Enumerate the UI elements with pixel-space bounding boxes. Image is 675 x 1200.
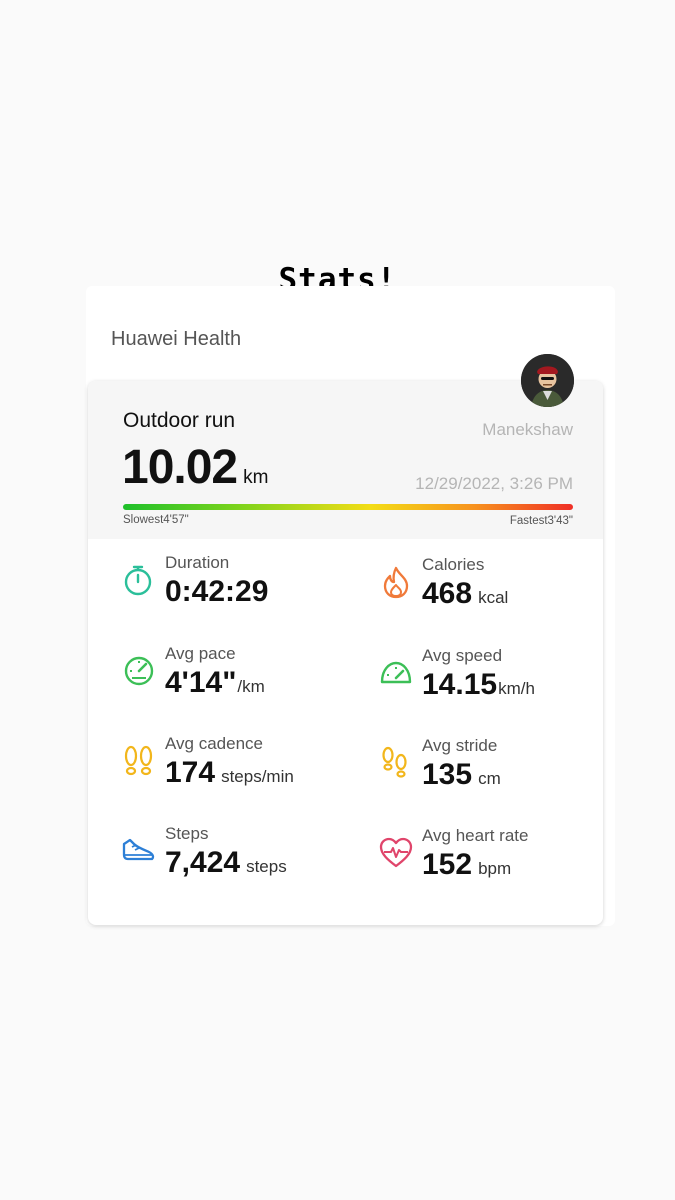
workout-datetime: 12/29/2022, 3:26 PM — [415, 474, 573, 493]
footprints-icon — [382, 746, 407, 778]
avatar-image — [521, 354, 574, 407]
metric-label: Avg cadence — [165, 734, 263, 753]
metric-label: Duration — [165, 553, 230, 572]
running-shoe-icon — [122, 838, 155, 861]
speedometer-icon — [380, 661, 412, 684]
flame-icon — [383, 566, 409, 599]
metric-unit: km/h — [498, 679, 535, 698]
metric-label: Avg speed — [422, 646, 503, 665]
metric-value: 135 — [422, 758, 473, 791]
metric-value: 7,424 — [165, 846, 241, 879]
metric-unit: kcal — [478, 588, 509, 607]
metric-label: Calories — [422, 555, 485, 574]
distance-unit: km — [243, 467, 269, 488]
metric-value: 468 — [422, 577, 473, 610]
app-name: Huawei Health — [111, 328, 242, 350]
username: Manekshaw — [482, 420, 573, 439]
metric-value: 0:42:29 — [165, 575, 269, 608]
metric-label: Avg heart rate — [422, 826, 529, 845]
metric-value: 152 — [422, 848, 473, 881]
metric-label: Avg stride — [422, 736, 498, 755]
metric-unit: steps — [246, 857, 287, 876]
metric-unit: steps/min — [221, 767, 294, 786]
metric-unit: /km — [237, 677, 265, 696]
metric-label: Steps — [165, 824, 209, 843]
slowest-pace-label: Slowest4'57" — [123, 514, 189, 526]
metric-label: Avg pace — [165, 644, 236, 663]
stopwatch-icon — [124, 565, 152, 596]
metric-unit: cm — [478, 769, 501, 788]
distance-value: 10.02 — [122, 441, 238, 494]
metric-unit: bpm — [478, 859, 512, 878]
distance-readout: 10.02 km — [122, 440, 268, 495]
metric-value: 4'14" — [165, 666, 237, 699]
footprints-icon — [124, 745, 153, 776]
metric-value: 14.15 — [422, 668, 498, 701]
metric-value: 174 — [165, 756, 216, 789]
fastest-pace-label: Fastest3'43" — [509, 515, 573, 527]
avatar[interactable] — [521, 354, 574, 407]
speedometer-icon — [124, 656, 154, 686]
activity-type: Outdoor run — [123, 409, 236, 432]
heart-rate-icon — [379, 837, 413, 868]
pace-gradient-bar — [123, 504, 573, 510]
